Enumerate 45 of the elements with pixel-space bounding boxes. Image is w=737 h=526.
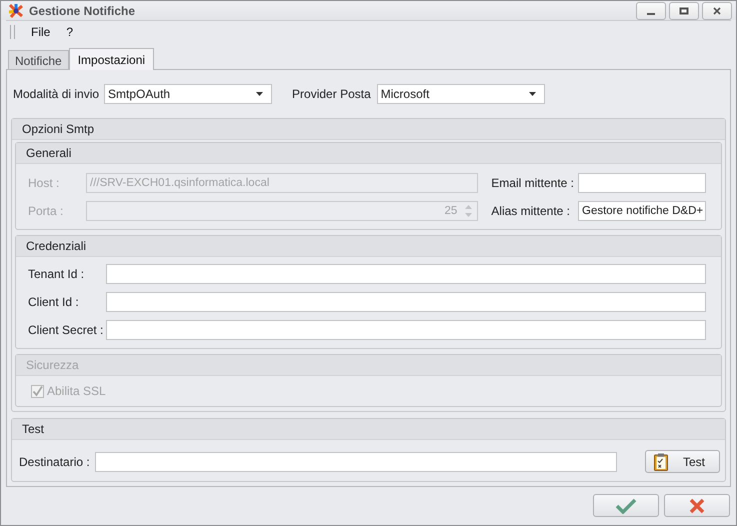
clipboard-icon [654, 452, 668, 470]
close-icon [689, 498, 705, 514]
menu-item[interactable]: ? [60, 24, 80, 40]
email-field[interactable] [578, 173, 706, 193]
group-title: Test [12, 419, 725, 440]
close-icon [712, 6, 722, 14]
close-button[interactable] [702, 2, 732, 20]
group-title: Sicurezza [16, 355, 721, 376]
field-label: Provider Posta [292, 87, 371, 101]
group-title: Opzioni Smtp [12, 119, 725, 140]
field-label: Tenant Id : [28, 267, 86, 281]
spin-arrows-icon [465, 204, 472, 218]
provider-dropdown[interactable]: Microsoft [376, 84, 545, 104]
field-label: Host : [28, 176, 60, 190]
maximize-icon [679, 6, 689, 14]
input-field[interactable] [106, 292, 706, 312]
field-label: Client Secret : [28, 323, 104, 337]
tab[interactable]: Notifiche [8, 50, 69, 69]
input-field[interactable] [106, 264, 706, 284]
field-label: Destinatario : [19, 454, 90, 468]
input-field[interactable] [106, 320, 706, 340]
field-label: Email mittente : [490, 176, 575, 190]
test-button[interactable]: Test [645, 450, 720, 473]
field-label: Client Id : [28, 295, 80, 309]
alias-field[interactable]: Gestore notifiche D&D+ [578, 201, 706, 221]
recipient-field[interactable] [94, 452, 617, 472]
group-title: Credenziali [16, 236, 721, 257]
menu-item[interactable]: File [25, 24, 56, 40]
confirm-button[interactable] [593, 494, 659, 517]
tab[interactable]: Impostazioni [68, 48, 154, 70]
grip-handle[interactable] [10, 25, 15, 39]
group-title: Generali [16, 143, 721, 164]
dropdown-arrow-icon [528, 92, 536, 96]
dropdown-arrow-icon [256, 92, 264, 96]
field-label: Porta : [28, 204, 64, 218]
field-label: Alias mittente : [490, 204, 571, 218]
minimize-icon [647, 12, 655, 14]
checkmark-icon [615, 498, 637, 514]
send-mode-dropdown[interactable]: SmtpOAuth [104, 84, 272, 104]
minimize-button[interactable] [636, 2, 666, 20]
field-label: Modalità di invio [13, 87, 100, 101]
cancel-button[interactable] [664, 494, 730, 517]
maximize-button[interactable] [669, 2, 699, 20]
window-title: Gestione Notifiche [29, 4, 136, 18]
app-icon [8, 2, 24, 18]
